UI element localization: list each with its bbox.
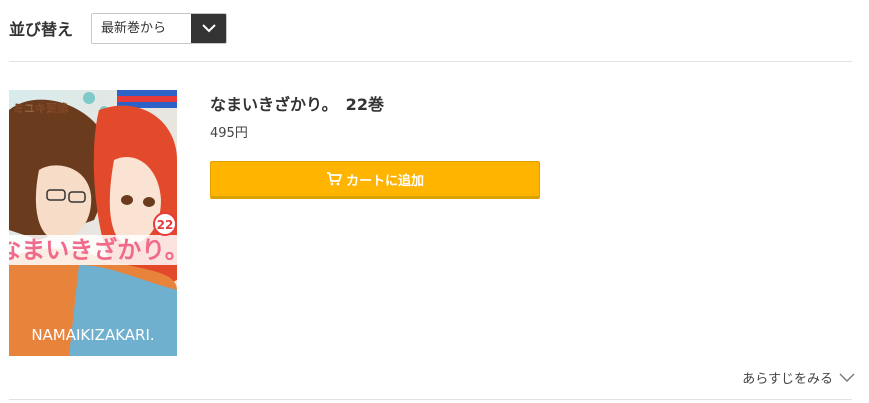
sort-select[interactable]: 最新巻から <box>91 12 228 44</box>
item-price: 495円 <box>210 126 248 141</box>
sort-bar: 並び替え 最新巻から <box>9 12 228 44</box>
cart-icon <box>326 172 342 186</box>
synopsis-toggle[interactable]: あらすじをみる <box>742 368 855 387</box>
cover-author: ミユキ蜜蜂 <box>13 101 69 115</box>
divider <box>9 399 852 400</box>
add-to-cart-label: カートに追加 <box>345 173 424 189</box>
cover-title-art: なまいきざかり。 <box>9 236 177 264</box>
chevron-down-icon <box>191 13 227 43</box>
cover-image[interactable]: なまいきざかり。 22 ミユキ蜜蜂 NAMAIKIZAKARI. <box>9 90 177 356</box>
chevron-down-icon <box>839 373 855 382</box>
item-title[interactable]: なまいきざかり。 22巻 <box>210 91 384 115</box>
sort-selected-value: 最新巻から <box>92 13 192 43</box>
sort-label: 並び替え <box>9 20 74 39</box>
synopsis-toggle-label: あらすじをみる <box>742 372 833 387</box>
cover-romaji: NAMAIKIZAKARI. <box>31 326 154 344</box>
add-to-cart-button[interactable]: カートに追加 <box>210 161 540 199</box>
divider <box>9 61 852 62</box>
cover-volume: 22 <box>157 218 174 232</box>
